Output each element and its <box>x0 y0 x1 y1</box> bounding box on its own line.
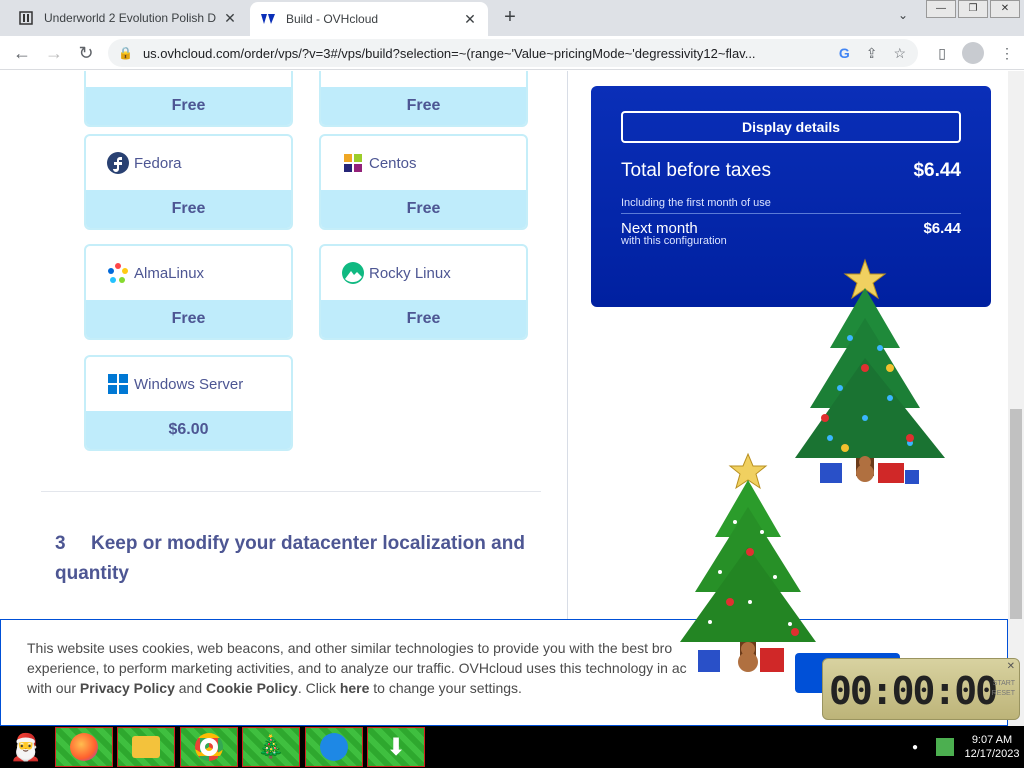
almalinux-logo-icon <box>106 261 130 285</box>
christmas-tree-icon: 🎄 <box>257 734 285 759</box>
tab-strip: Underworld 2 Evolution Polish D ✕ Build … <box>0 0 1024 36</box>
os-name: Fedora <box>134 154 182 172</box>
side-panel-icon[interactable]: ▯ <box>938 45 946 62</box>
tab-ovhcloud[interactable]: Build - OVHcloud ✕ <box>250 2 488 36</box>
christmas-tree-gadget <box>680 452 816 672</box>
folder-icon <box>132 736 160 758</box>
os-price: Free <box>86 300 291 338</box>
back-arrow-icon[interactable]: ← <box>6 37 38 69</box>
os-name: Windows Server <box>134 375 244 393</box>
step-title: Keep or modify your datacenter localizat… <box>55 533 525 584</box>
os-price: Free <box>321 300 526 338</box>
scrollbar-thumb[interactable] <box>1010 409 1022 619</box>
windows-logo-icon <box>106 372 130 396</box>
os-card-almalinux[interactable]: AlmaLinux Free <box>84 244 293 340</box>
stopwatch-gadget[interactable]: 00:00:00 ✕ START RESET <box>822 658 1020 720</box>
reset-button[interactable]: RESET <box>992 689 1015 699</box>
taskbar: 🎅 🎄 ⬇ ● 9:07 AM 12/17/2023 <box>0 726 1024 768</box>
tab-title: Underworld 2 Evolution Polish D <box>44 11 217 25</box>
os-card-header <box>86 71 291 87</box>
menu-kebab-icon[interactable]: ⋮ <box>1000 45 1014 62</box>
scrollbar[interactable] <box>1008 71 1024 726</box>
taskbar-file-explorer[interactable] <box>117 727 175 767</box>
next-month-value: $6.44 <box>923 220 961 237</box>
total-label: Total before taxes <box>621 160 771 181</box>
os-price: $6.00 <box>86 411 291 449</box>
lock-icon: 🔒 <box>118 46 133 60</box>
minimize-button[interactable]: — <box>926 0 956 18</box>
restore-button[interactable]: ❐ <box>958 0 988 18</box>
close-icon[interactable]: ✕ <box>222 10 238 27</box>
rockylinux-logo-icon <box>341 261 365 285</box>
taskbar-downloader[interactable]: ⬇ <box>367 727 425 767</box>
os-selection-pane: Free Free Fedora Free Centos Free AlmaLi… <box>15 71 568 631</box>
step-3-heading: 3 Keep or modify your datacenter localiza… <box>55 529 535 589</box>
close-icon[interactable]: ✕ <box>462 11 478 28</box>
taskbar-messenger[interactable] <box>305 727 363 767</box>
bookmark-star-icon[interactable]: ☆ <box>893 45 906 62</box>
os-card-fedora[interactable]: Fedora Free <box>84 134 293 230</box>
taskbar-firefox[interactable] <box>55 727 113 767</box>
window-controls: — ❐ ✕ <box>926 0 1020 18</box>
os-name: Centos <box>369 154 417 172</box>
chevron-down-icon[interactable]: ⌄ <box>898 8 908 22</box>
stopwatch-digits: 00:00:00 <box>829 669 998 713</box>
start-santa-icon[interactable]: 🎅 <box>4 728 48 766</box>
os-card-header <box>321 71 526 87</box>
first-month-note: Including the first month of use <box>621 197 961 214</box>
tab-underworld[interactable]: Underworld 2 Evolution Polish D ✕ <box>8 0 248 36</box>
os-card[interactable]: Free <box>319 71 528 127</box>
tray-flag-icon[interactable] <box>936 738 954 756</box>
clock[interactable]: 9:07 AM 12/17/2023 <box>960 733 1024 761</box>
os-card-windows-server[interactable]: Windows Server $6.00 <box>84 355 293 451</box>
system-tray: ● 9:07 AM 12/17/2023 <box>912 726 1024 768</box>
change-settings-link[interactable]: here <box>340 680 370 696</box>
privacy-policy-link[interactable]: Privacy Policy <box>80 680 175 696</box>
reload-icon[interactable]: ↻ <box>70 37 102 69</box>
google-icon[interactable]: G <box>839 45 850 62</box>
os-card-rockylinux[interactable]: Rocky Linux Free <box>319 244 528 340</box>
firefox-icon <box>70 733 98 761</box>
os-name: AlmaLinux <box>134 264 205 282</box>
os-price: Free <box>86 190 291 228</box>
address-bar[interactable]: 🔒 us.ovhcloud.com/order/vps/?v=3#/vps/bu… <box>108 39 918 67</box>
cookie-policy-link[interactable]: Cookie Policy <box>206 680 298 696</box>
taskbar-tree-app[interactable]: 🎄 <box>242 727 300 767</box>
step-number: 3 <box>55 533 66 554</box>
os-name: Rocky Linux <box>369 264 451 282</box>
messenger-icon <box>320 733 348 761</box>
os-card-centos[interactable]: Centos Free <box>319 134 528 230</box>
profile-avatar[interactable] <box>962 42 984 64</box>
section-divider <box>41 491 541 492</box>
display-details-button[interactable]: Display details <box>621 111 961 143</box>
os-price: Free <box>321 190 526 228</box>
fedora-logo-icon <box>106 151 130 175</box>
os-card[interactable]: Free <box>84 71 293 127</box>
taskbar-chrome[interactable] <box>180 727 238 767</box>
total-value: $6.44 <box>913 160 961 181</box>
clock-time: 9:07 AM <box>971 734 1013 746</box>
share-icon[interactable]: ⇪ <box>866 45 878 62</box>
start-button[interactable]: START <box>992 679 1015 689</box>
new-tab-button[interactable]: + <box>498 6 522 30</box>
close-icon[interactable]: ✕ <box>1007 661 1015 672</box>
chrome-icon <box>195 733 223 761</box>
centos-logo-icon <box>341 151 365 175</box>
forward-arrow-icon[interactable]: → <box>38 37 70 69</box>
tab-title: Build - OVHcloud <box>286 12 379 26</box>
close-window-button[interactable]: ✕ <box>990 0 1020 18</box>
next-month-subtext: with this configuration <box>621 235 727 247</box>
ovh-logo-icon <box>260 11 276 27</box>
os-price: Free <box>321 87 526 125</box>
url-text: us.ovhcloud.com/order/vps/?v=3#/vps/buil… <box>142 45 756 61</box>
browser-toolbar: ← → ↻ 🔒 us.ovhcloud.com/order/vps/?v=3#/… <box>0 36 1024 70</box>
clock-date: 12/17/2023 <box>964 748 1020 760</box>
tray-dot-icon: ● <box>911 741 918 753</box>
page-icon <box>18 10 34 26</box>
os-price: Free <box>86 87 291 125</box>
download-arrow-icon: ⬇ <box>385 733 407 761</box>
